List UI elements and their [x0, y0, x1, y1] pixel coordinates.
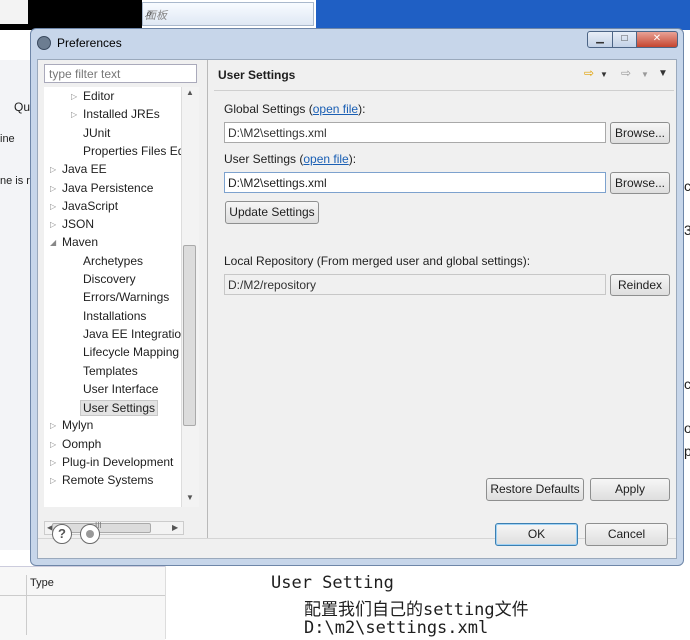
- background-notes: User Setting 配置我们自己的setting文件 D:\m2\sett…: [165, 566, 690, 639]
- tree-item[interactable]: Installations: [83, 309, 146, 323]
- ok-button[interactable]: OK: [495, 523, 578, 546]
- collapsed-arrow-icon[interactable]: ▷: [50, 476, 56, 485]
- background-text-fragment: c: [684, 376, 690, 392]
- tree-item[interactable]: JSON: [62, 217, 94, 231]
- tree-item[interactable]: Java EE: [62, 162, 107, 176]
- background-text-fragment: ne is r: [0, 175, 30, 187]
- tree-item[interactable]: Oomph: [62, 437, 101, 451]
- back-dropdown-icon[interactable]: ▼: [600, 70, 608, 79]
- collapsed-arrow-icon[interactable]: ▷: [50, 421, 56, 430]
- global-settings-field[interactable]: D:\M2\settings.xml: [224, 122, 606, 143]
- tree-item[interactable]: Java EE Integration: [83, 327, 188, 341]
- preference-tree: ▷ Editor ▷ Installed JREs JUnit Properties Fi…: [44, 87, 196, 507]
- background-text-fragment: o: [684, 420, 690, 436]
- scroll-right-icon[interactable]: ▶: [172, 523, 178, 532]
- tree-item[interactable]: Installed JREs: [83, 107, 160, 121]
- import-export-icon[interactable]: [80, 524, 100, 544]
- collapsed-arrow-icon[interactable]: ▷: [50, 458, 56, 467]
- title-separator: [214, 90, 674, 91]
- tree-item[interactable]: Editor: [83, 89, 114, 103]
- background-text-fragment: ine: [0, 133, 15, 145]
- forward-dropdown-icon[interactable]: ▼: [641, 70, 649, 79]
- cancel-button[interactable]: Cancel: [585, 523, 668, 546]
- search-icon: ⌕: [145, 6, 152, 20]
- user-settings-label: User Settings (open file):: [224, 152, 356, 166]
- filter-input[interactable]: type filter text: [44, 64, 197, 83]
- tree-item[interactable]: User Settings: [80, 400, 159, 417]
- global-settings-label: Global Settings (open file):: [224, 102, 365, 116]
- collapsed-arrow-icon[interactable]: ▷: [50, 184, 56, 193]
- background-editor-right: [684, 30, 690, 570]
- collapsed-arrow-icon[interactable]: ▷: [71, 110, 77, 119]
- tree-item[interactable]: Templates: [83, 364, 138, 378]
- back-arrow-icon[interactable]: ⇨: [584, 66, 594, 80]
- collapsed-arrow-icon[interactable]: ▷: [50, 440, 56, 449]
- local-repository-field: D:/M2/repository: [224, 274, 606, 295]
- help-icon[interactable]: ?: [52, 524, 72, 544]
- forward-arrow-icon[interactable]: ⇨: [621, 66, 631, 80]
- tree-item[interactable]: Errors/Warnings: [83, 290, 169, 304]
- tree-item[interactable]: Discovery: [83, 272, 136, 286]
- maximize-button[interactable]: □: [612, 31, 637, 48]
- note-line: User Setting: [271, 573, 394, 593]
- dialog-titlebar[interactable]: Preferences ▁ □ ✕: [31, 29, 683, 57]
- restore-defaults-button[interactable]: Restore Defaults: [486, 478, 584, 501]
- user-settings-label-suffix: ):: [348, 152, 357, 166]
- collapsed-arrow-icon[interactable]: ▷: [71, 92, 77, 101]
- tree-item[interactable]: Properties Files Ed: [83, 144, 184, 158]
- page-title: User Settings: [218, 68, 296, 82]
- collapsed-arrow-icon[interactable]: ▷: [50, 202, 56, 211]
- tree-item[interactable]: Mylyn: [62, 418, 93, 432]
- tree-item[interactable]: Lifecycle Mapping: [83, 345, 179, 359]
- user-settings-field[interactable]: D:\M2\settings.xml: [224, 172, 606, 193]
- expanded-arrow-icon[interactable]: ◢: [50, 238, 56, 247]
- global-browse-button[interactable]: Browse...: [610, 122, 670, 144]
- dialog-title: Preferences: [57, 36, 122, 50]
- scroll-up-icon[interactable]: ▲: [186, 88, 194, 97]
- tree-item[interactable]: Remote Systems: [62, 473, 153, 487]
- background-titlebar: [316, 0, 690, 30]
- table-header-type: Type: [30, 577, 54, 589]
- user-browse-button[interactable]: Browse...: [610, 172, 670, 194]
- note-line: D:\m2\settings.xml: [304, 618, 489, 638]
- scroll-down-icon[interactable]: ▼: [186, 493, 194, 502]
- view-menu-icon[interactable]: ▼: [658, 68, 668, 79]
- user-settings-label-text: User Settings (: [224, 152, 304, 166]
- footer-separator: [38, 538, 676, 539]
- tree-item[interactable]: Java Persistence: [62, 181, 153, 195]
- tree-item[interactable]: JavaScript: [62, 199, 118, 213]
- collapsed-arrow-icon[interactable]: ▷: [50, 220, 56, 229]
- reindex-button[interactable]: Reindex: [610, 274, 670, 296]
- tree-item[interactable]: Archetypes: [83, 254, 143, 268]
- dialog-body: type filter text ▷ Editor ▷ Installed JREs J…: [37, 59, 677, 559]
- background-text-fragment: c: [684, 178, 690, 194]
- apply-button[interactable]: Apply: [590, 478, 670, 501]
- user-open-file-link[interactable]: open file: [303, 152, 348, 166]
- preferences-gear-icon: [37, 36, 51, 50]
- update-settings-button[interactable]: Update Settings: [225, 201, 319, 224]
- tree-vertical-scroll-thumb[interactable]: [183, 245, 196, 426]
- minimize-button[interactable]: ▁: [587, 31, 613, 48]
- note-line: 配置我们自己的setting文件: [304, 600, 529, 620]
- background-editor-left: Qu ine ne is r: [0, 60, 31, 550]
- tree-item[interactable]: Maven: [62, 235, 98, 249]
- tree-item[interactable]: Plug-in Development: [62, 455, 173, 469]
- pane-sash[interactable]: [207, 60, 208, 538]
- tree-item[interactable]: User Interface: [83, 382, 158, 396]
- global-settings-label-text: Global Settings (: [224, 102, 313, 116]
- background-window-corner: [0, 0, 28, 24]
- background-text-fragment: 3: [684, 222, 690, 238]
- tree-item[interactable]: JUnit: [83, 126, 110, 140]
- close-button[interactable]: ✕: [636, 31, 678, 48]
- global-settings-label-suffix: ):: [358, 102, 366, 116]
- background-text-fragment: Qu: [14, 100, 31, 114]
- background-search-box[interactable]: 面板 ⌕: [142, 2, 314, 26]
- background-table-panel: Type: [0, 566, 165, 640]
- local-repository-label: Local Repository (From merged user and g…: [224, 254, 531, 268]
- background-text-fragment: p: [684, 443, 690, 459]
- global-open-file-link[interactable]: open file: [313, 102, 358, 116]
- preferences-dialog: Preferences ▁ □ ✕ type filter text ▷ Edit…: [30, 28, 684, 566]
- collapsed-arrow-icon[interactable]: ▷: [50, 165, 56, 174]
